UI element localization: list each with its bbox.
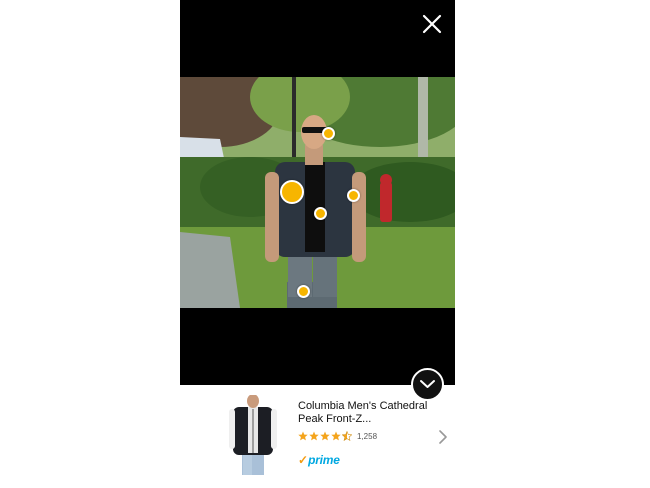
star-full-icon [320, 431, 330, 441]
star-half-icon [342, 431, 352, 441]
chevron-right-icon[interactable] [438, 430, 448, 444]
product-card[interactable]: Columbia Men's Cathedral Peak Front-Z...… [180, 385, 455, 488]
hotspot-sunglasses[interactable] [322, 127, 335, 140]
product-rating: 1,258 [298, 430, 377, 442]
star-full-icon [331, 431, 341, 441]
review-count: 1,258 [357, 431, 378, 441]
product-photo [180, 77, 455, 308]
star-rating [298, 431, 353, 441]
close-icon [422, 14, 442, 34]
prime-badge: ✓ prime [298, 453, 340, 467]
hotspot-shirt[interactable] [314, 207, 327, 220]
product-thumbnail [228, 394, 278, 475]
close-button[interactable] [420, 12, 444, 36]
prime-check-icon: ✓ [298, 453, 309, 467]
prime-label: prime [308, 453, 340, 467]
star-full-icon [309, 431, 319, 441]
hotspot-vest[interactable] [280, 180, 304, 204]
chevron-down-icon [420, 380, 435, 388]
collapse-button[interactable] [411, 368, 444, 401]
product-title: Columbia Men's Cathedral Peak Front-Z... [298, 400, 428, 425]
hotspot-pants[interactable] [297, 285, 310, 298]
image-viewer [180, 0, 455, 385]
hotspot-pocket[interactable] [347, 189, 360, 202]
star-full-icon [298, 431, 308, 441]
